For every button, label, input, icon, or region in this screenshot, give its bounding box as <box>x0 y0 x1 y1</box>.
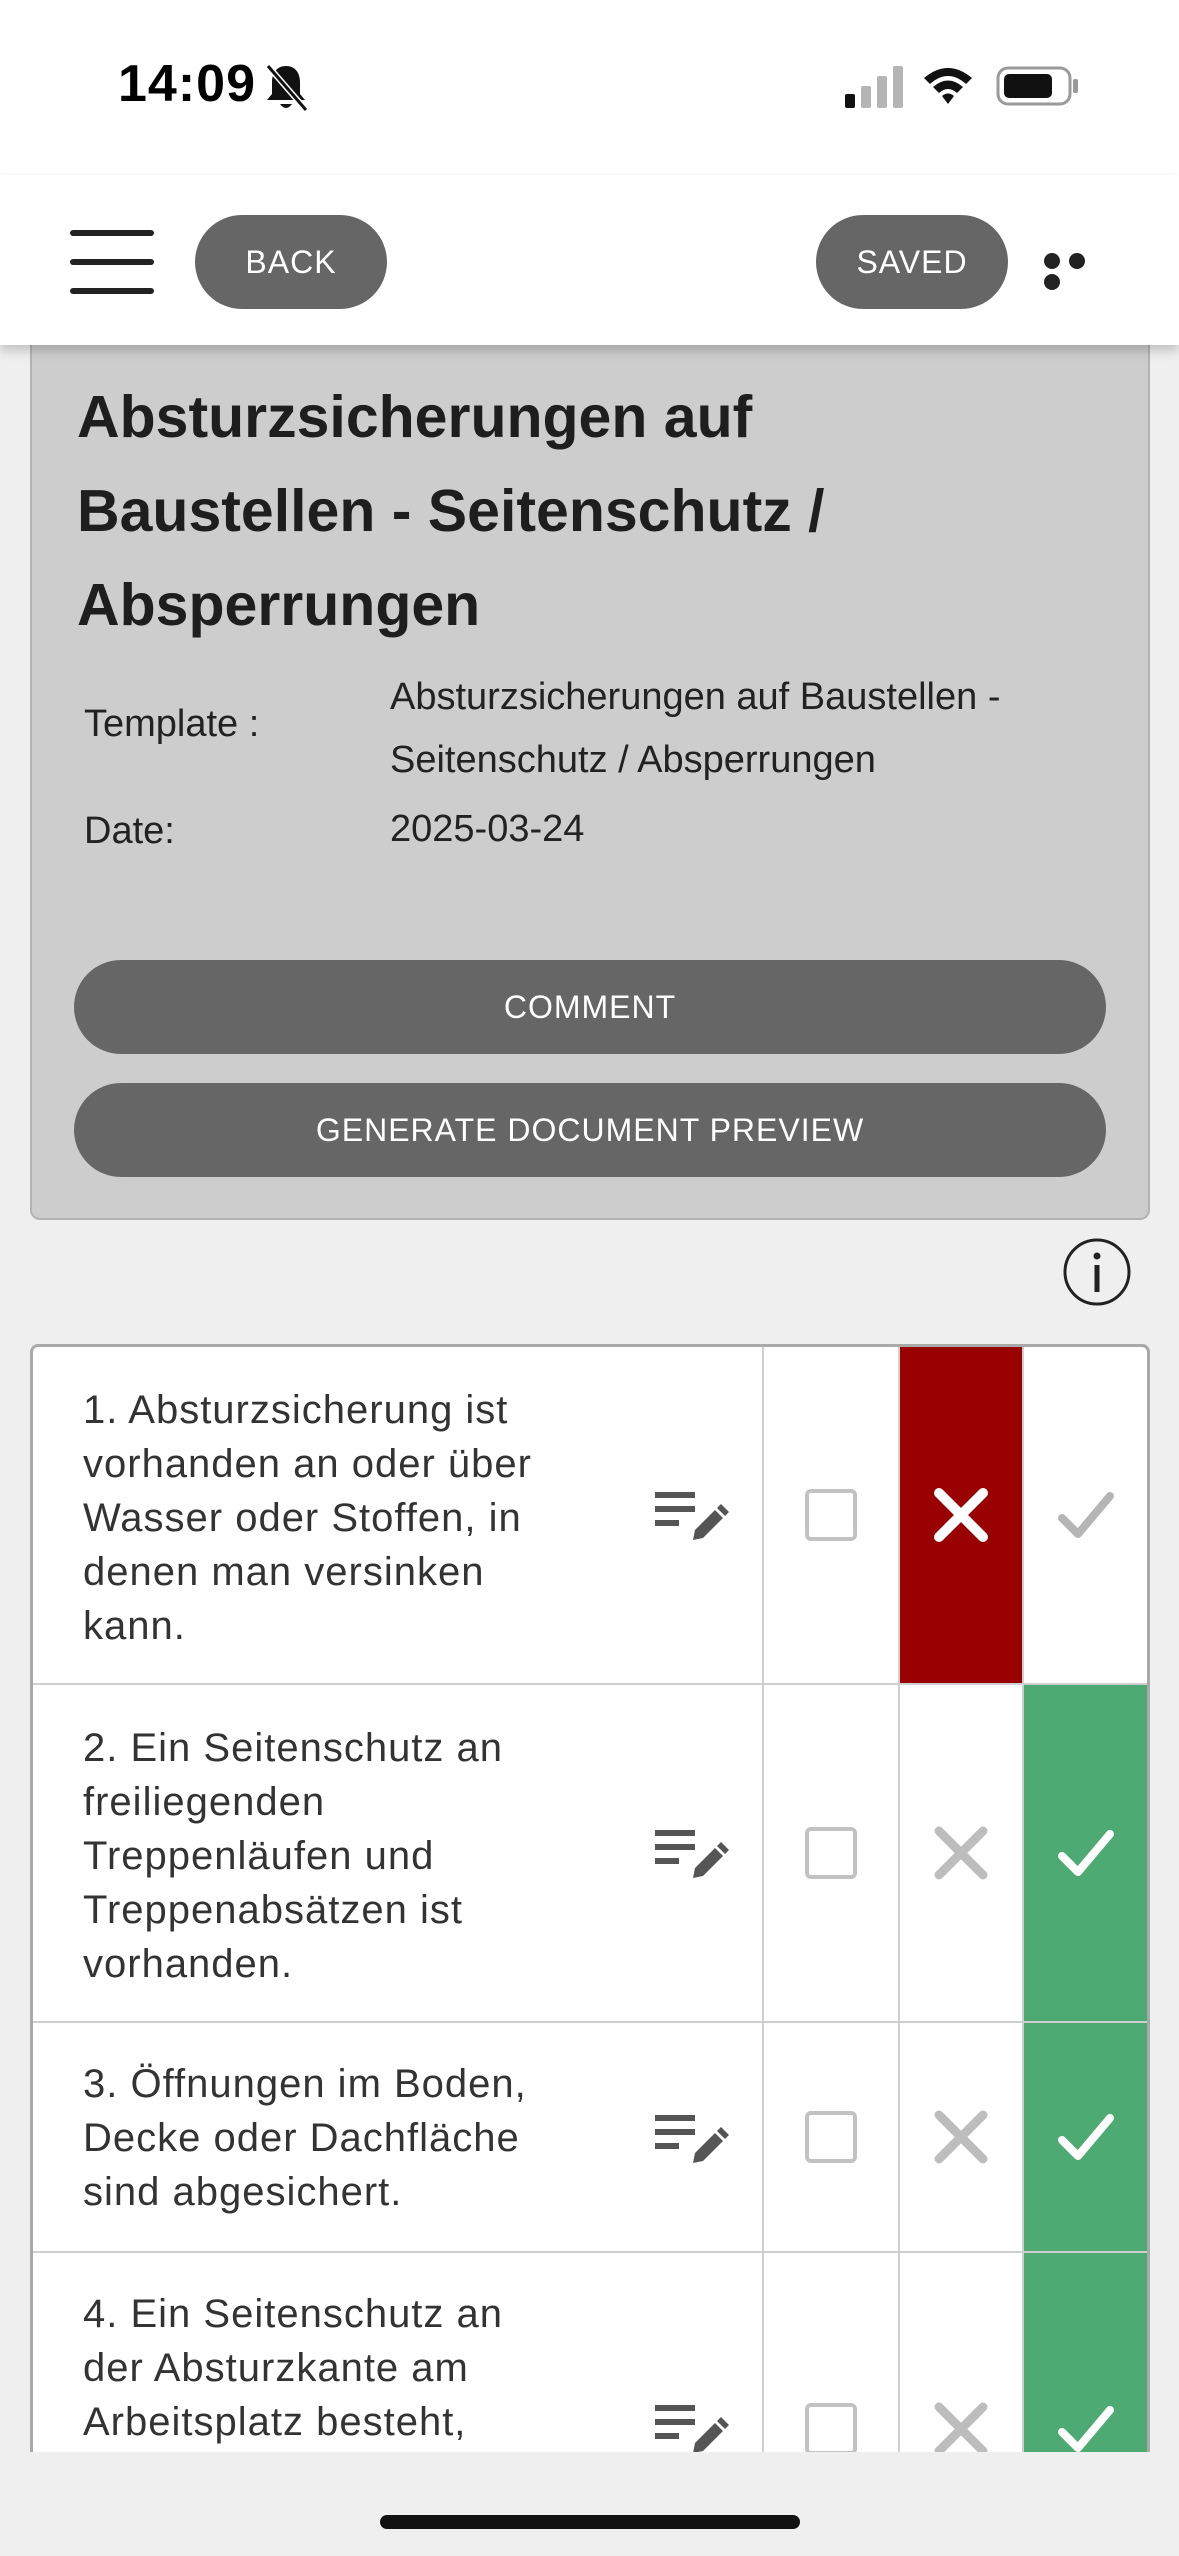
document-title-line: Absturzsicherungen auf <box>77 384 753 450</box>
na-checkbox[interactable] <box>764 2023 898 2251</box>
generate-document-preview-button[interactable]: GENERATE DOCUMENT PREVIEW <box>74 1083 1106 1177</box>
checklist-item-text: 1. Absturzsicherung ist vorhanden an ode… <box>83 1388 532 1648</box>
info-icon[interactable] <box>1062 1237 1132 1307</box>
template-value: Absturzsicherungen auf Baustellen - Seit… <box>390 666 1110 792</box>
fail-button[interactable] <box>900 1685 1022 2021</box>
check-icon <box>1057 1492 1114 1538</box>
date-label: Date: <box>84 810 175 852</box>
cross-icon <box>934 2402 988 2454</box>
document-title-line: Baustellen - Seitenschutz / <box>77 478 825 544</box>
wifi-icon <box>924 68 972 104</box>
pass-button[interactable] <box>1024 1685 1147 2021</box>
bottom-safe-area <box>0 2452 1179 2556</box>
check-icon <box>1057 1830 1114 1876</box>
checklist-row: 4. Ein Seitenschutz an der Absturzkante … <box>33 2253 1147 2454</box>
fail-button[interactable] <box>900 1347 1022 1683</box>
checklist-row: 1. Absturzsicherung ist vorhanden an ode… <box>33 1347 1147 1685</box>
cross-icon <box>934 1826 988 1880</box>
na-checkbox[interactable] <box>764 1347 898 1683</box>
bell-slash-icon <box>265 64 309 112</box>
signal-icon <box>845 66 903 108</box>
fail-button[interactable] <box>900 2253 1022 2454</box>
checklist-row: 2. Ein Seitenschutz an freiliegenden Tre… <box>33 1685 1147 2023</box>
template-value-line: Seitenschutz / Absperrungen <box>390 739 876 781</box>
pass-button[interactable] <box>1024 1347 1147 1683</box>
check-icon <box>1057 2406 1114 2452</box>
checklist-item-text: 3. Öffnungen im Boden, Decke oder Dachfl… <box>83 2062 527 2214</box>
top-nav-bar: BACK SAVED <box>0 175 1179 345</box>
template-label: Template : <box>84 703 260 745</box>
document-header-card: Absturzsicherungen auf Baustellen - Seit… <box>30 340 1150 1220</box>
template-value-line: Absturzsicherungen auf Baustellen - <box>390 676 1001 718</box>
check-icon <box>1057 2114 1114 2160</box>
na-checkbox[interactable] <box>764 2253 898 2454</box>
more-dots-icon[interactable] <box>1044 253 1114 290</box>
comment-button[interactable]: COMMENT <box>74 960 1106 1054</box>
checklist-item-text: 2. Ein Seitenschutz an freiliegenden Tre… <box>83 1726 504 1986</box>
home-indicator[interactable] <box>380 2515 800 2529</box>
checklist-row: 3. Öffnungen im Boden, Decke oder Dachfl… <box>33 2023 1147 2253</box>
note-edit-icon[interactable] <box>653 2107 733 2171</box>
cross-icon <box>934 1488 988 1542</box>
note-edit-icon[interactable] <box>653 2397 733 2454</box>
battery-icon <box>996 66 1078 106</box>
fail-button[interactable] <box>900 2023 1022 2251</box>
cross-icon <box>934 2110 988 2164</box>
na-checkbox[interactable] <box>764 1685 898 2021</box>
checklist-table: 1. Absturzsicherung ist vorhanden an ode… <box>30 1344 1150 2454</box>
checklist-item-text: 4. Ein Seitenschutz an der Absturzkante … <box>83 2292 504 2444</box>
status-bar: 14:09 <box>0 0 1179 175</box>
note-edit-icon[interactable] <box>653 1484 733 1548</box>
hamburger-menu-icon[interactable] <box>70 230 154 294</box>
saved-button[interactable]: SAVED <box>816 215 1008 309</box>
pass-button[interactable] <box>1024 2253 1147 2454</box>
document-title-line: Absperrungen <box>77 572 481 638</box>
date-value: 2025-03-24 <box>390 808 585 850</box>
status-time: 14:09 <box>118 55 256 113</box>
pass-button[interactable] <box>1024 2023 1147 2251</box>
note-edit-icon[interactable] <box>653 1822 733 1886</box>
document-title: Absturzsicherungen auf Baustellen - Seit… <box>77 370 1107 652</box>
back-button[interactable]: BACK <box>195 215 387 309</box>
